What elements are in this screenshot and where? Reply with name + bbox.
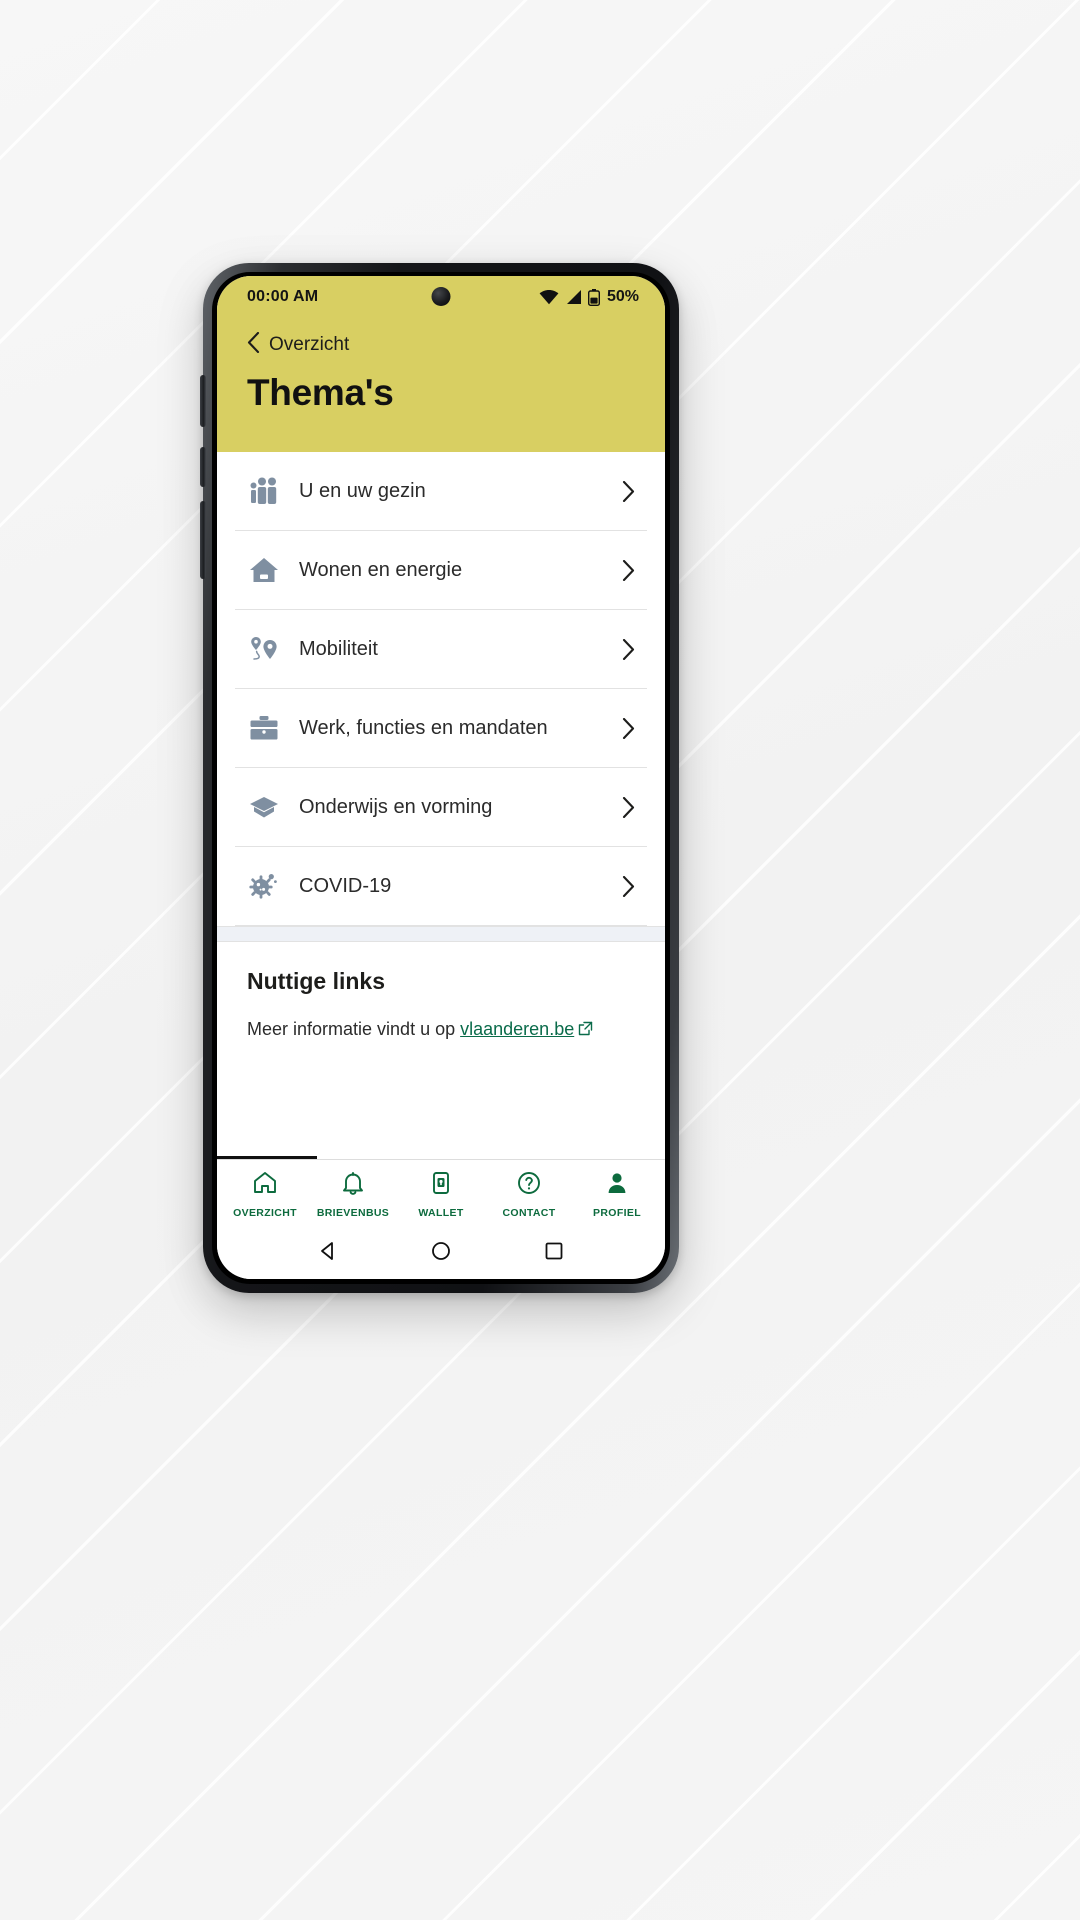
map-route-pin-icon bbox=[247, 632, 281, 666]
theme-item-mobiliteit[interactable]: Mobiliteit bbox=[235, 610, 647, 689]
page-header: Overzicht Thema's bbox=[217, 318, 665, 452]
theme-item-label: U en uw gezin bbox=[299, 479, 426, 502]
status-bar-clock: 00:00 AM bbox=[247, 288, 319, 305]
phone-device-frame: 00:00 AM 50% Overzicht Thema's U en uw g… bbox=[200, 263, 679, 1293]
recents-square-icon[interactable] bbox=[543, 1240, 565, 1267]
bottom-navigation-bar: OVERZICHT BRIEVENBUS WALLET CONTACT PROF… bbox=[217, 1159, 665, 1227]
battery-icon bbox=[587, 288, 600, 306]
useful-links-text: Meer informatie vindt u op vlaanderen.be bbox=[247, 1017, 635, 1043]
cellular-signal-icon bbox=[565, 289, 582, 305]
vlaanderen-be-link[interactable]: vlaanderen.be bbox=[460, 1019, 574, 1039]
back-button[interactable]: Overzicht bbox=[247, 331, 635, 358]
front-camera-punch-hole bbox=[431, 287, 451, 306]
home-circle-icon[interactable] bbox=[430, 1240, 452, 1267]
chevron-left-icon bbox=[247, 331, 260, 358]
family-icon bbox=[247, 474, 281, 508]
volume-down-button[interactable] bbox=[200, 501, 206, 579]
wallet-icon bbox=[428, 1170, 454, 1201]
chevron-right-icon bbox=[622, 559, 635, 581]
page-content: U en uw gezin Wonen en energie Mobilitei… bbox=[217, 452, 665, 1159]
theme-item-onderwijs-en-vorming[interactable]: Onderwijs en vorming bbox=[235, 768, 647, 847]
page-title: Thema's bbox=[247, 372, 394, 413]
theme-item-label: Werk, functies en mandaten bbox=[299, 716, 548, 739]
theme-item-werk-functies-en-mandaten[interactable]: Werk, functies en mandaten bbox=[235, 689, 647, 768]
nav-item-label: CONTACT bbox=[502, 1207, 556, 1219]
theme-item-label: COVID-19 bbox=[299, 874, 392, 897]
theme-item-label: Onderwijs en vorming bbox=[299, 795, 493, 818]
chevron-right-icon bbox=[622, 875, 635, 897]
chevron-right-icon bbox=[622, 480, 635, 502]
theme-item-label: Mobiliteit bbox=[299, 637, 378, 660]
phone-bezel: 00:00 AM 50% Overzicht Thema's U en uw g… bbox=[212, 272, 670, 1284]
content-spacer bbox=[217, 1063, 665, 1159]
theme-list: U en uw gezin Wonen en energie Mobilitei… bbox=[217, 452, 665, 926]
chevron-right-icon bbox=[622, 717, 635, 739]
house-icon bbox=[247, 553, 281, 587]
nav-item-profiel[interactable]: PROFIEL bbox=[573, 1170, 661, 1219]
battery-percent-label: 50% bbox=[606, 288, 639, 305]
section-divider bbox=[217, 926, 665, 942]
person-icon bbox=[604, 1170, 630, 1201]
home-icon bbox=[252, 1170, 278, 1201]
status-bar: 00:00 AM 50% bbox=[217, 276, 665, 318]
nav-item-label: OVERZICHT bbox=[233, 1207, 297, 1219]
bell-icon bbox=[340, 1170, 366, 1201]
volume-up-button[interactable] bbox=[200, 447, 206, 487]
nav-item-brievenbus[interactable]: BRIEVENBUS bbox=[309, 1170, 397, 1219]
nav-item-overzicht[interactable]: OVERZICHT bbox=[221, 1170, 309, 1219]
external-link-icon bbox=[578, 1018, 593, 1043]
useful-links-title: Nuttige links bbox=[247, 968, 386, 994]
bottom-accent-line bbox=[217, 1156, 317, 1159]
wifi-icon bbox=[539, 289, 559, 305]
nav-item-label: WALLET bbox=[418, 1207, 464, 1219]
graduation-cap-icon bbox=[247, 790, 281, 824]
question-circle-icon bbox=[516, 1170, 542, 1201]
theme-item-label: Wonen en energie bbox=[299, 558, 463, 581]
useful-links-section: Nuttige links Meer informatie vindt u op… bbox=[217, 942, 665, 1064]
nav-item-wallet[interactable]: WALLET bbox=[397, 1170, 485, 1219]
theme-item-wonen-en-energie[interactable]: Wonen en energie bbox=[235, 531, 647, 610]
nav-item-contact[interactable]: CONTACT bbox=[485, 1170, 573, 1219]
nav-item-label: PROFIEL bbox=[593, 1207, 641, 1219]
back-button-label: Overzicht bbox=[269, 334, 350, 355]
virus-icon bbox=[247, 869, 281, 903]
phone-screen: 00:00 AM 50% Overzicht Thema's U en uw g… bbox=[217, 276, 665, 1279]
status-bar-indicators: 50% bbox=[539, 288, 639, 306]
mute-button[interactable] bbox=[200, 375, 206, 427]
chevron-right-icon bbox=[622, 796, 635, 818]
theme-item-covid-19[interactable]: COVID-19 bbox=[235, 847, 647, 926]
theme-item-u-en-uw-gezin[interactable]: U en uw gezin bbox=[235, 452, 647, 531]
android-navigation-bar bbox=[217, 1227, 665, 1279]
back-triangle-icon[interactable] bbox=[317, 1240, 339, 1267]
chevron-right-icon bbox=[622, 638, 635, 660]
nav-item-label: BRIEVENBUS bbox=[316, 1207, 390, 1219]
briefcase-icon bbox=[247, 711, 281, 745]
useful-links-text-prefix: Meer informatie vindt u op bbox=[247, 1019, 456, 1039]
